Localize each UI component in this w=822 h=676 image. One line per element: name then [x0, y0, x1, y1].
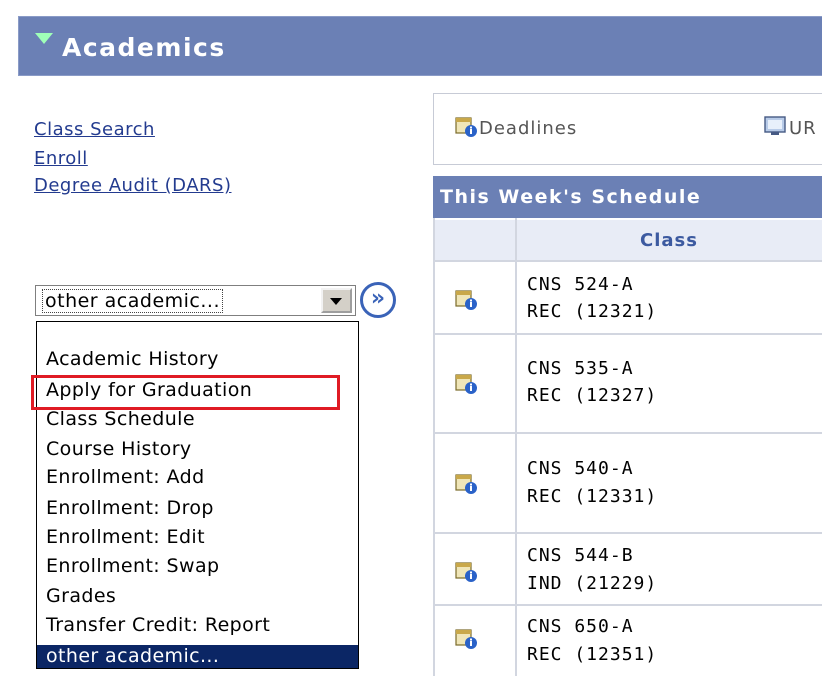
table-divider [433, 432, 822, 434]
option-course-history[interactable]: Course History [46, 438, 192, 460]
class-course: CNS 540-A [527, 458, 634, 479]
option-transfer-credit-report[interactable]: Transfer Credit: Report [46, 614, 270, 636]
ur-monitor-icon[interactable] [764, 115, 786, 137]
class-course: CNS 650-A [527, 616, 634, 637]
table-divider [433, 218, 435, 676]
option-enrollment-edit[interactable]: Enrollment: Edit [46, 526, 205, 548]
calendar-info-icon[interactable] [455, 627, 477, 649]
table-divider [433, 532, 822, 534]
class-course: CNS 524-A [527, 274, 634, 295]
schedule-title: This Week's Schedule [440, 186, 702, 208]
option-enrollment-drop[interactable]: Enrollment: Drop [46, 497, 214, 519]
option-grades[interactable]: Grades [46, 585, 116, 607]
class-section: REC (12327) [527, 385, 658, 406]
table-divider [433, 604, 822, 606]
class-section: REC (12321) [527, 301, 658, 322]
table-divider [433, 260, 822, 262]
enroll-link[interactable]: Enroll [34, 148, 88, 170]
column-header-class: Class [640, 230, 698, 251]
calendar-info-icon[interactable] [455, 472, 477, 494]
option-other-academic[interactable]: other academic... [46, 645, 219, 667]
deadlines-calendar-icon[interactable] [455, 115, 477, 137]
option-enrollment-swap[interactable]: Enrollment: Swap [46, 555, 219, 577]
class-section: REC (12351) [527, 644, 658, 665]
class-course: CNS 535-A [527, 358, 634, 379]
table-divider [433, 333, 822, 335]
class-section: IND (21229) [527, 573, 658, 594]
option-academic-history[interactable]: Academic History [46, 348, 219, 370]
calendar-info-icon[interactable] [455, 288, 477, 310]
column-header-row [435, 220, 822, 261]
option-class-schedule[interactable]: Class Schedule [46, 408, 195, 430]
select-current-value: other academic... [42, 289, 223, 313]
ur-link[interactable]: UR [789, 118, 817, 139]
option-enrollment-add[interactable]: Enrollment: Add [46, 466, 205, 488]
class-course: CNS 544-B [527, 545, 634, 566]
select-value-text: other academic... [42, 289, 223, 313]
section-title: Academics [62, 33, 226, 62]
collapse-triangle-icon[interactable] [35, 33, 53, 44]
annotation-highlight-box [31, 375, 340, 410]
chevron-down-icon [330, 298, 342, 305]
deadlines-link[interactable]: Deadlines [479, 118, 577, 139]
class-search-link[interactable]: Class Search [34, 119, 155, 141]
calendar-info-icon[interactable] [455, 560, 477, 582]
class-section: REC (12331) [527, 486, 658, 507]
degree-audit-link[interactable]: Degree Audit (DARS) [34, 175, 232, 197]
calendar-info-icon[interactable] [455, 372, 477, 394]
go-button[interactable]: » [360, 282, 396, 318]
table-divider [515, 218, 517, 676]
